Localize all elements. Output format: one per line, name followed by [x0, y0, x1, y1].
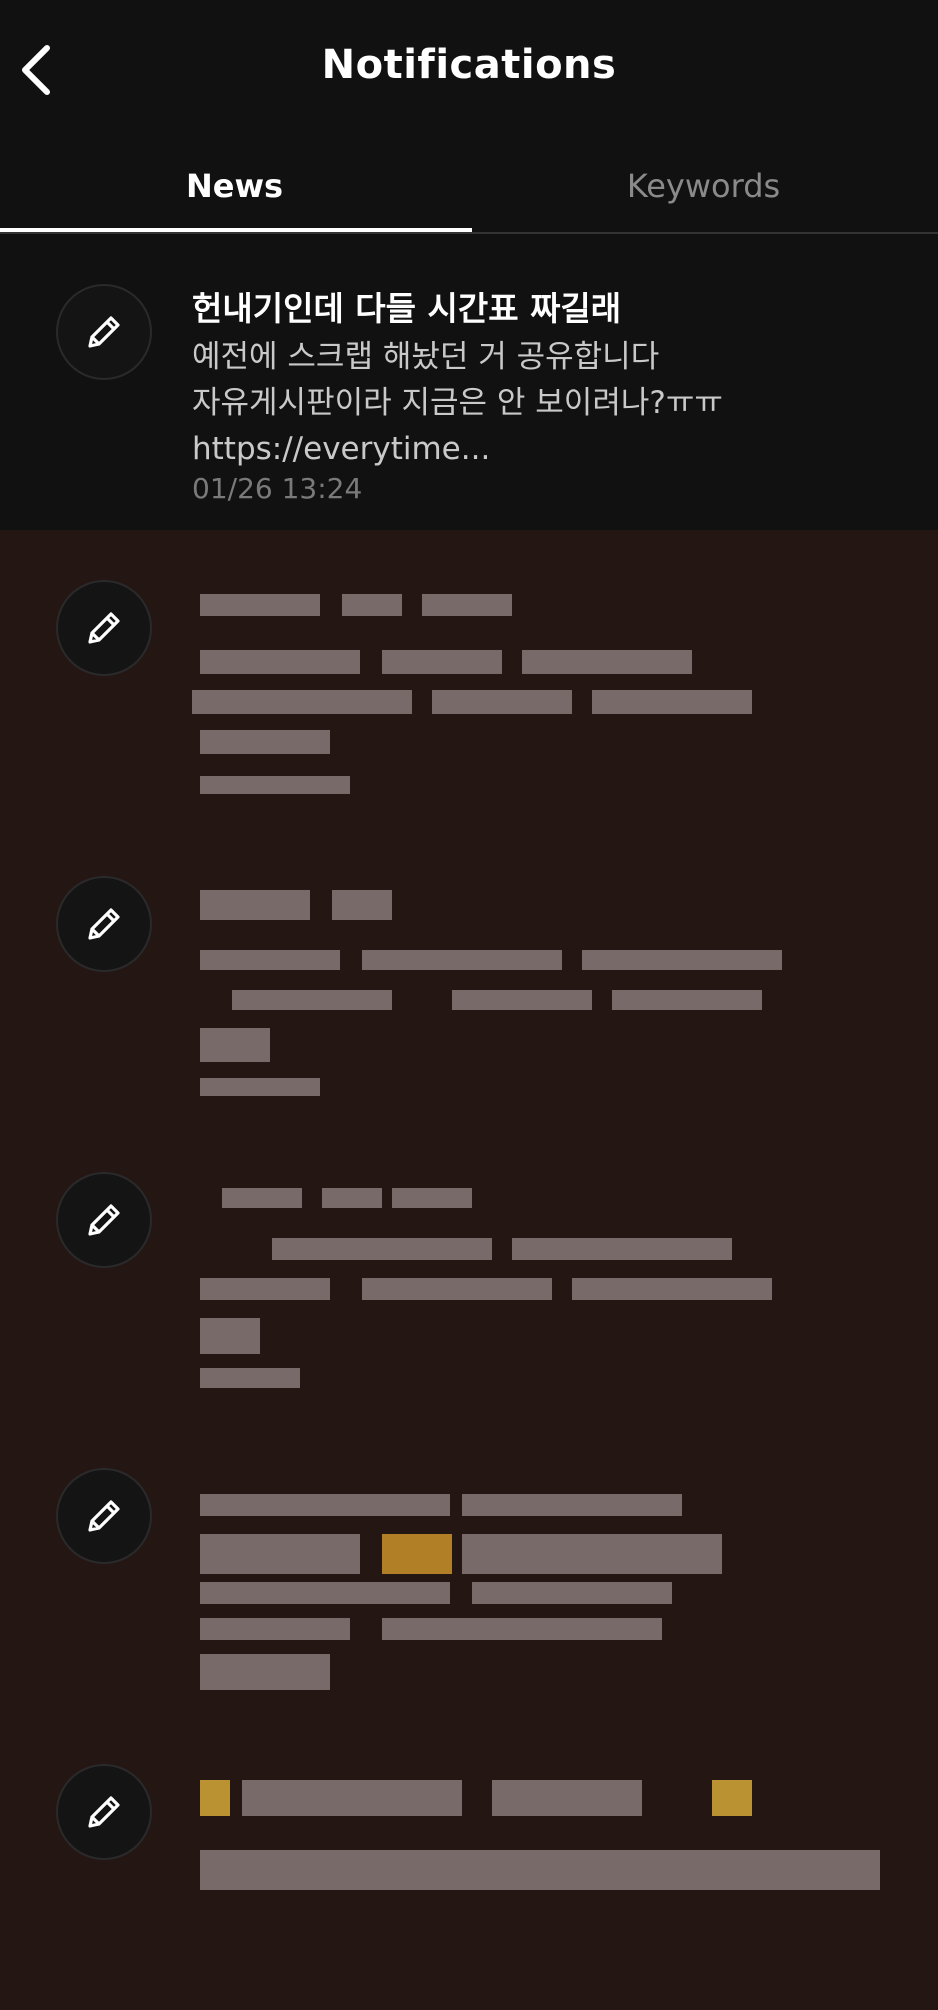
tab-news[interactable]: News: [0, 140, 469, 232]
notification-avatar: [56, 284, 152, 380]
redacted-content: [200, 1188, 772, 1388]
notification-body-line: 예전에 스크랩 해놨던 거 공유합니다: [192, 339, 660, 375]
app-header: Notifications: [0, 0, 938, 140]
notification-body: 예전에 스크랩 해놨던 거 공유합니다 자유게시판이라 지금은 안 보이려나?ㅠ…: [192, 334, 723, 472]
pencil-icon: [88, 1796, 120, 1828]
pencil-icon: [88, 1500, 120, 1532]
notification-item[interactable]: 헌내기인데 다들 시간표 짜길래 예전에 스크랩 해놨던 거 공유합니다 자유게…: [0, 234, 938, 530]
notification-body-line: 자유게시판이라 지금은 안 보이려나?ㅠㅠ: [192, 385, 723, 421]
pencil-icon: [88, 908, 120, 940]
redacted-content: [200, 1780, 880, 1890]
notification-avatar: [56, 580, 152, 676]
notification-item[interactable]: [0, 1418, 938, 1714]
notification-avatar: [56, 876, 152, 972]
notification-item[interactable]: [0, 826, 938, 1122]
redacted-content: [192, 594, 752, 794]
pencil-icon: [88, 1204, 120, 1236]
notification-avatar: [56, 1172, 152, 1268]
notification-item[interactable]: [0, 530, 938, 826]
notification-time: 01/26 13:24: [192, 472, 363, 505]
tab-keywords[interactable]: Keywords: [469, 140, 938, 232]
redacted-content: [200, 890, 782, 1096]
pencil-icon: [88, 316, 120, 348]
redacted-content: [200, 1494, 722, 1690]
notification-item[interactable]: [0, 1714, 938, 2010]
active-tab-indicator: [0, 228, 472, 232]
pencil-icon: [88, 612, 120, 644]
notification-title: 헌내기인데 다들 시간표 짜길래: [192, 289, 622, 328]
notification-avatar: [56, 1764, 152, 1860]
notification-avatar: [56, 1468, 152, 1564]
page-title: Notifications: [321, 42, 617, 88]
notification-body-line: https://everytime...: [192, 431, 491, 467]
notification-item[interactable]: [0, 1122, 938, 1418]
tab-bar: News Keywords: [0, 140, 938, 234]
